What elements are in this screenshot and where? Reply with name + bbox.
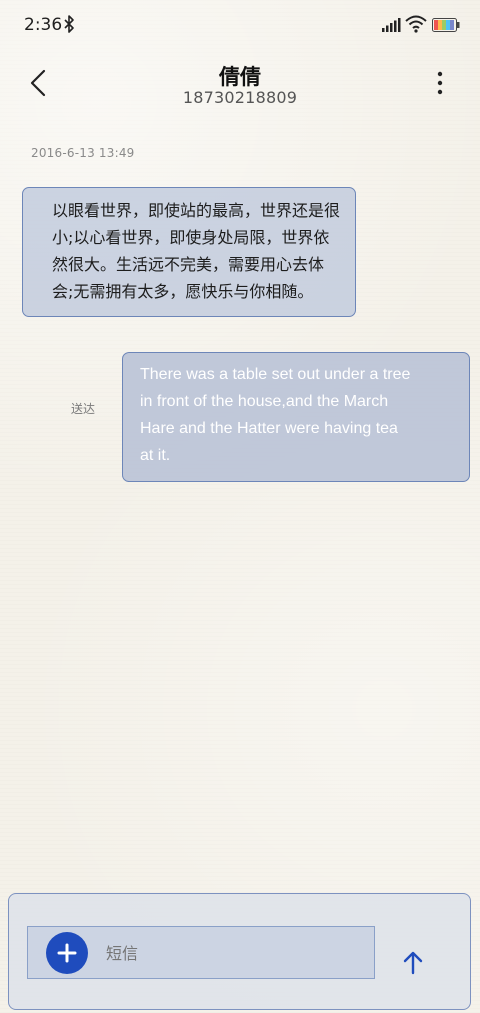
- message-line: 然很大。生活远不完美，需要用心去体: [52, 255, 325, 274]
- wifi-icon: [405, 15, 427, 33]
- status-bar: 2:36: [0, 0, 480, 52]
- incoming-message-bubble[interactable]: 以眼看世界，即使站的最高，世界还是很 小;以心看世界，即使身处局限，世界依 然很…: [22, 187, 356, 317]
- outgoing-message-bubble[interactable]: There was a table set out under a tree i…: [122, 352, 470, 482]
- bluetooth-icon: [64, 15, 74, 33]
- message-timestamp: 2016-6-13 13:49: [31, 146, 135, 160]
- message-line: 小;以心看世界，即使身处局限，世界依: [52, 228, 330, 247]
- add-attachment-button[interactable]: [46, 932, 88, 974]
- delivery-status: 送达: [71, 402, 96, 416]
- contact-phone-number: 18730218809: [182, 88, 298, 107]
- status-time: 2:36: [24, 15, 63, 35]
- message-line: at it.: [140, 447, 171, 464]
- more-options-icon[interactable]: [426, 70, 454, 96]
- battery-icon: [432, 18, 460, 32]
- message-line: in front of the house,and the March: [140, 393, 389, 410]
- plus-icon: [57, 943, 77, 963]
- message-line: 会;无需拥有太多，愿快乐与你相随。: [52, 282, 314, 301]
- signal-icon: [382, 18, 401, 32]
- send-arrow-icon[interactable]: [402, 951, 424, 975]
- message-input[interactable]: [106, 944, 356, 963]
- message-line: 以眼看世界，即使站的最高，世界还是很: [52, 201, 341, 220]
- contact-name: 倩倩: [219, 65, 261, 89]
- message-line: There was a table set out under a tree: [140, 366, 411, 383]
- message-line: Hare and the Hatter were having tea: [140, 420, 398, 437]
